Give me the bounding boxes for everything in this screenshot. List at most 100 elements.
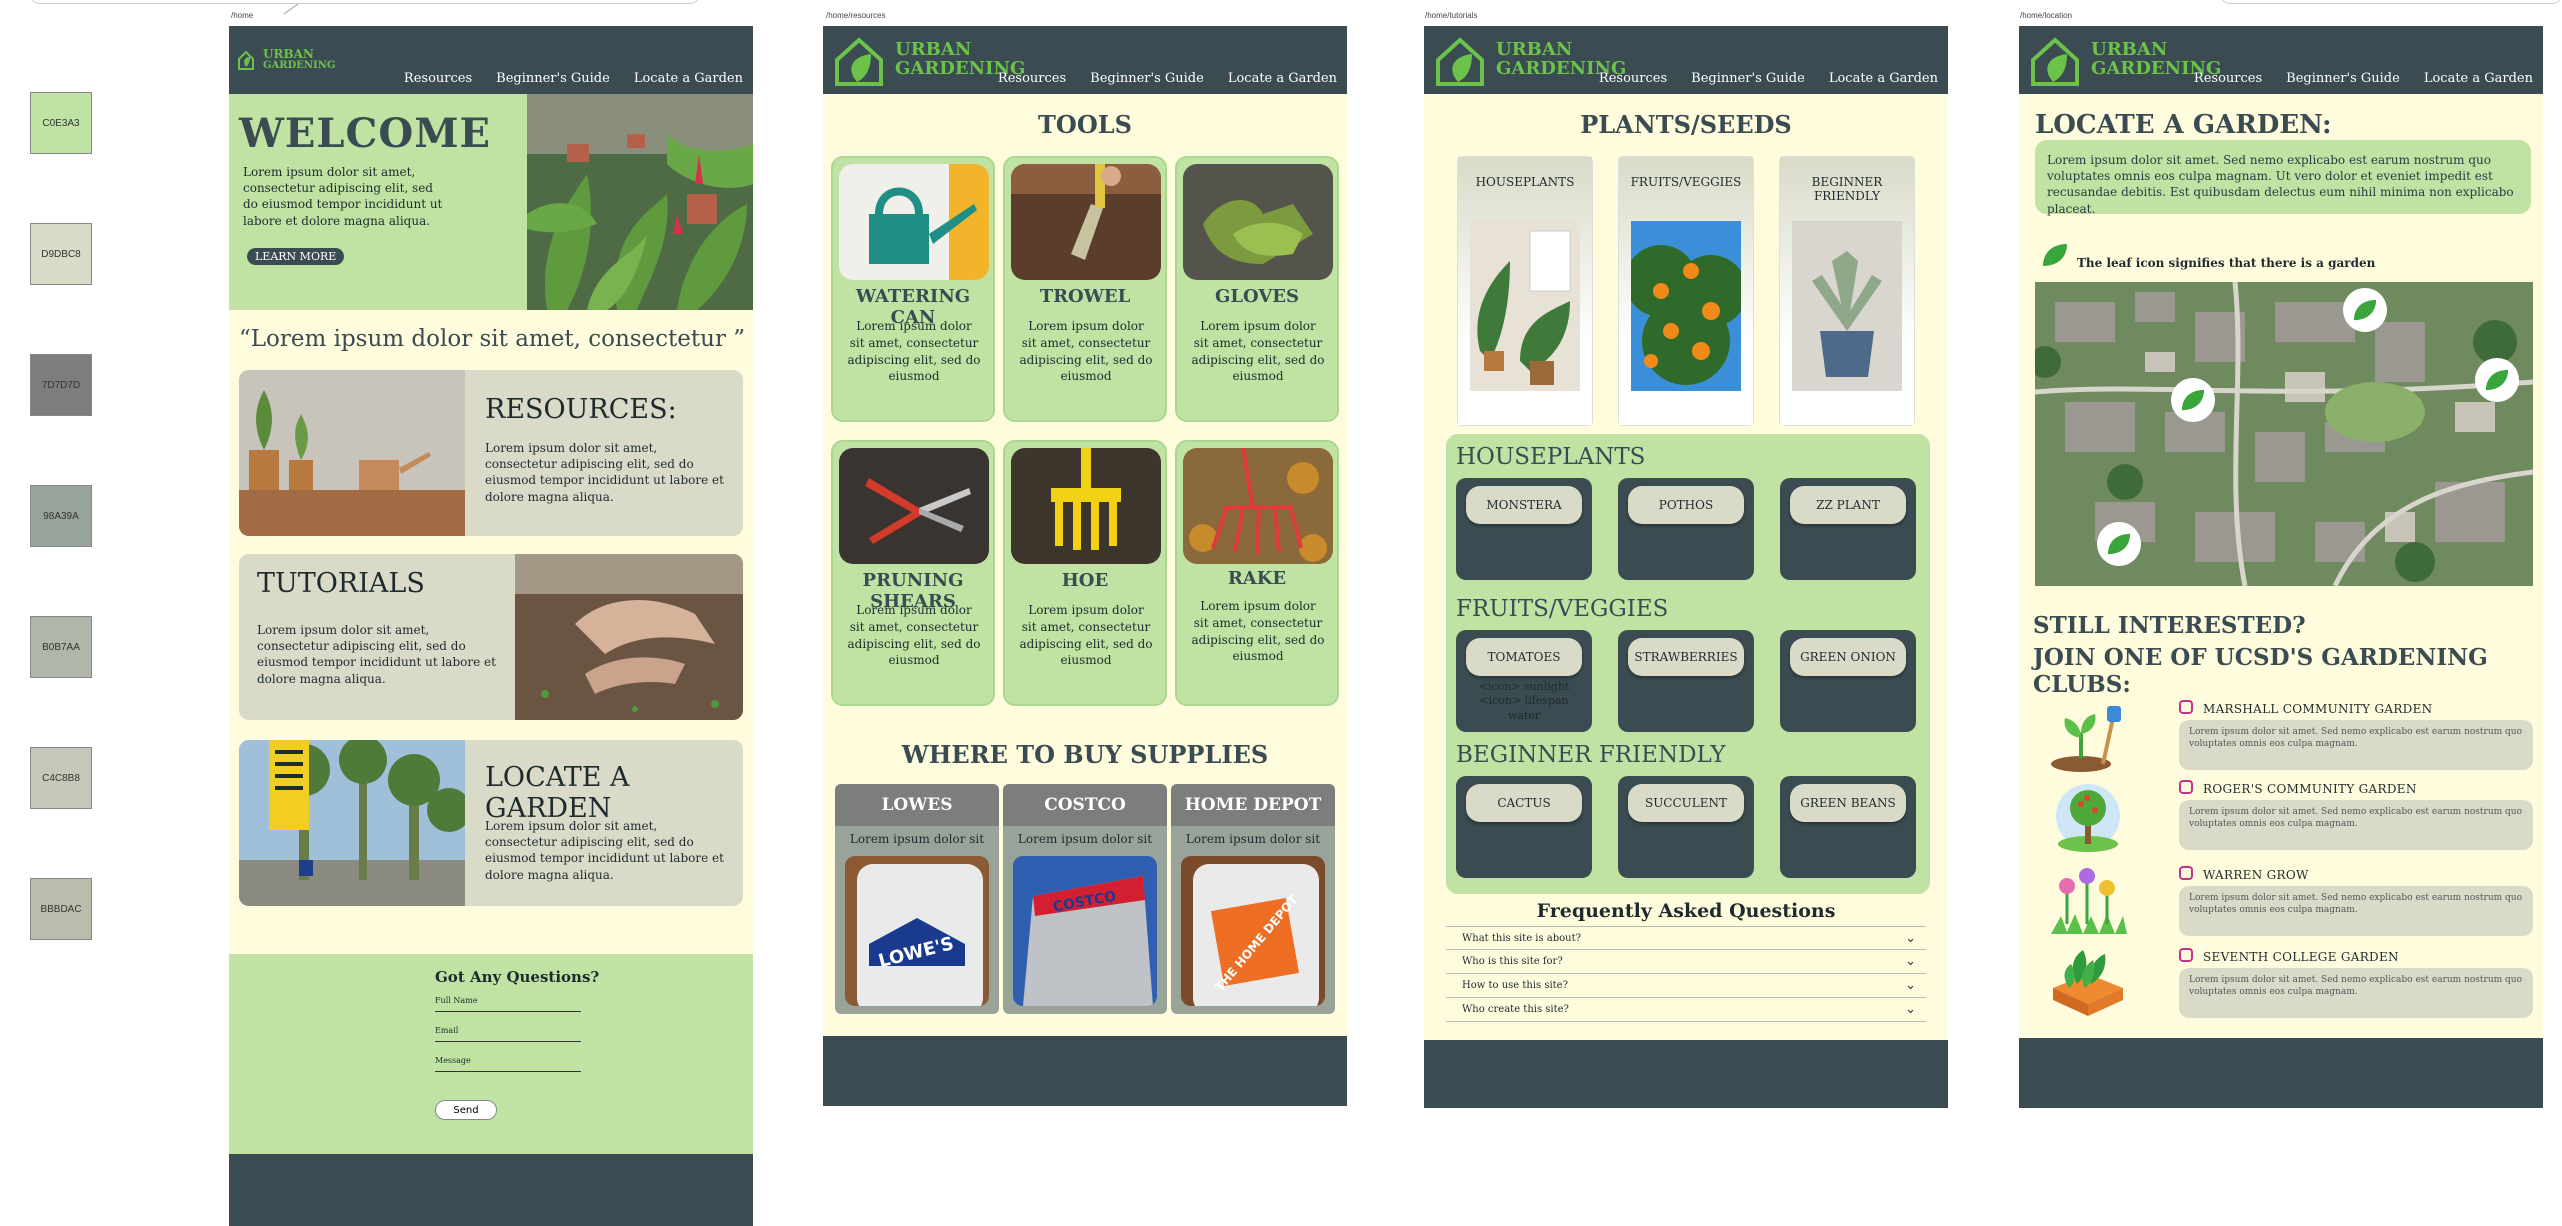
campus-map[interactable] [2035,282,2533,586]
plant-card[interactable]: TOMATOES <icon> sunlight <icon> lifespan… [1456,630,1592,732]
plant-label: MONSTERA [1466,486,1582,524]
send-button[interactable]: Send [435,1100,497,1120]
locate-intro: Lorem ipsum dolor sit amet. Sed nemo exp… [2035,140,2531,216]
resources-frame: URBAN GARDENING Resources Beginner's Guid… [823,26,1347,1106]
nav-bar: URBAN GARDENING Resources Beginner's Guid… [229,26,753,94]
email-field[interactable]: Email [435,1026,581,1042]
instagram-icon[interactable] [2179,700,2193,714]
tool-text: Lorem ipsum dolor sit amet, consectetur … [1191,599,1325,664]
store-card-home-depot[interactable]: HOME DEPOT Lorem ipsum dolor sit THE HOM… [1171,784,1335,1014]
nav-resources-link[interactable]: Resources [2194,71,2262,86]
plant-label: STRAWBERRIES [1628,638,1744,676]
home-frame: URBAN GARDENING Resources Beginner's Guid… [229,26,753,1226]
garden-pin[interactable] [2475,358,2519,402]
category-beginner-friendly[interactable]: BEGINNER FRIENDLY [1780,157,1914,425]
note-line: water [1507,708,1541,722]
chevron-down-icon[interactable]: ⌄ [1905,998,1916,1022]
tools-title: TOOLS [1038,110,1132,139]
logo[interactable]: URBAN GARDENING [237,48,335,71]
color-swatch[interactable]: D9DBC8 [30,223,92,285]
locate-garden-card[interactable]: LOCATE A GARDEN Lorem ipsum dolor sit am… [239,740,743,906]
costco-building-photo: COSTCO [1013,856,1157,1006]
store-card-costco[interactable]: COSTCO Lorem ipsum dolor sit COSTCO [1003,784,1167,1014]
house-leaf-icon [238,50,254,70]
tutorials-card-text: Lorem ipsum dolor sit amet, consectetur … [257,623,496,686]
plant-label: CACTUS [1466,784,1582,822]
faq-item[interactable]: Who create this site? ⌄ [1446,998,1926,1022]
tool-card-trowel[interactable]: TROWEL Lorem ipsum dolor sit amet, conse… [1003,156,1167,422]
garden-pin[interactable] [2097,522,2141,566]
nav-locate-garden-link[interactable]: Locate a Garden [1829,71,1938,86]
tool-card-hoe[interactable]: HOE Lorem ipsum dolor sit amet, consecte… [1003,440,1167,706]
frame-label: /home/location [2020,11,2073,20]
chevron-down-icon[interactable]: ⌄ [1905,950,1916,974]
nav-beginners-guide-link[interactable]: Beginner's Guide [1691,71,1805,86]
garden-pin[interactable] [2343,288,2387,332]
tutorials-frame: URBAN GARDENING Resources Beginner's Guid… [1424,26,1948,1108]
store-text: Lorem ipsum dolor sit [1017,832,1153,846]
seedling-shovel-icon [2051,706,2121,772]
leaf-legend: The leaf icon signifies that there is a … [2077,256,2376,270]
nav-beginners-guide-link[interactable]: Beginner's Guide [496,71,610,86]
plant-card[interactable]: POTHOS [1618,478,1754,580]
faq-item[interactable]: Who is this site for? ⌄ [1446,950,1926,974]
tool-card-pruning-shears[interactable]: PRUNING SHEARS Lorem ipsum dolor sit ame… [831,440,995,706]
nav-resources-link[interactable]: Resources [404,71,472,86]
footer [229,1154,753,1226]
category-title: FRUITS/VEGGIES [1630,175,1742,189]
store-card-lowes[interactable]: LOWES Lorem ipsum dolor sit LOWE'S [835,784,999,1014]
category-fruits-veggies[interactable]: FRUITS/VEGGIES [1619,157,1753,425]
tool-card-gloves[interactable]: GLOVES Lorem ipsum dolor sit amet, conse… [1175,156,1339,422]
instagram-icon[interactable] [2179,780,2193,794]
nav-resources-link[interactable]: Resources [998,71,1066,86]
full-name-field[interactable]: Full Name [435,996,581,1012]
garden-pin[interactable] [2171,378,2215,422]
plant-card[interactable]: GREEN BEANS [1780,776,1916,878]
club-name: SEVENTH COLLEGE GARDEN [2203,950,2399,964]
chevron-down-icon[interactable]: ⌄ [1905,927,1916,951]
color-swatch[interactable]: C0E3A3 [30,92,92,154]
faq-item[interactable]: What this site is about? ⌄ [1446,926,1926,950]
resources-card[interactable]: RESOURCES: Lorem ipsum dolor sit amet, c… [239,370,743,536]
plant-card[interactable]: GREEN ONION [1780,630,1916,732]
logo[interactable]: URBAN GARDENING [1432,32,1626,88]
color-swatch[interactable]: 7D7D7D [30,354,92,416]
message-field[interactable]: Message [435,1056,581,1072]
plant-card[interactable]: ZZ PLANT [1780,478,1916,580]
plants-groups: HOUSEPLANTS MONSTERA POTHOS ZZ PLANT FRU… [1446,434,1930,894]
color-swatch[interactable]: B0B7AA [30,616,92,678]
logo-line-1: URBAN [263,47,314,61]
color-swatch[interactable]: 98A39A [30,485,92,547]
club-name: ROGER'S COMMUNITY GARDEN [2203,782,2417,796]
nav-locate-garden-link[interactable]: Locate a Garden [634,71,743,86]
tool-card-watering-can[interactable]: WATERING CAN Lorem ipsum dolor sit amet,… [831,156,995,422]
resources-card-title: RESOURCES: [485,394,677,425]
plant-card[interactable]: CACTUS [1456,776,1592,878]
logo[interactable]: URBAN GARDENING [831,32,1025,88]
nav-beginners-guide-link[interactable]: Beginner's Guide [1090,71,1204,86]
faq-item[interactable]: How to use this site? ⌄ [1446,974,1926,998]
instagram-icon[interactable] [2179,948,2193,962]
plant-card[interactable]: MONSTERA [1456,478,1592,580]
logo[interactable]: URBAN GARDENING [2027,32,2221,88]
group-title: FRUITS/VEGGIES [1456,596,1669,622]
chevron-down-icon[interactable]: ⌄ [1905,974,1916,998]
tutorials-card[interactable]: TUTORIALS Lorem ipsum dolor sit amet, co… [239,554,743,720]
nav-beginners-guide-link[interactable]: Beginner's Guide [2286,71,2400,86]
nav-resources-link[interactable]: Resources [1599,71,1667,86]
instagram-icon[interactable] [2179,866,2193,880]
color-swatch[interactable]: C4C8B8 [30,747,92,809]
tool-name: RAKE [1227,568,1287,589]
canvas-edge [2220,0,2562,4]
category-houseplants[interactable]: HOUSEPLANTS [1458,157,1592,425]
welcome-title: WELCOME [239,110,491,157]
plant-card[interactable]: STRAWBERRIES [1618,630,1754,732]
club-description: Lorem ipsum dolor sit amet. Sed nemo exp… [2179,968,2533,1018]
tool-card-rake[interactable]: RAKE Lorem ipsum dolor sit amet, consect… [1175,440,1339,706]
nav-locate-garden-link[interactable]: Locate a Garden [1228,71,1337,86]
learn-more-button[interactable]: LEARN MORE [247,248,345,265]
nav-locate-garden-link[interactable]: Locate a Garden [2424,71,2533,86]
plant-card[interactable]: SUCCULENT [1618,776,1754,878]
color-swatch[interactable]: BBBDAC [30,878,92,940]
club-description: Lorem ipsum dolor sit amet. Sed nemo exp… [2179,720,2533,770]
